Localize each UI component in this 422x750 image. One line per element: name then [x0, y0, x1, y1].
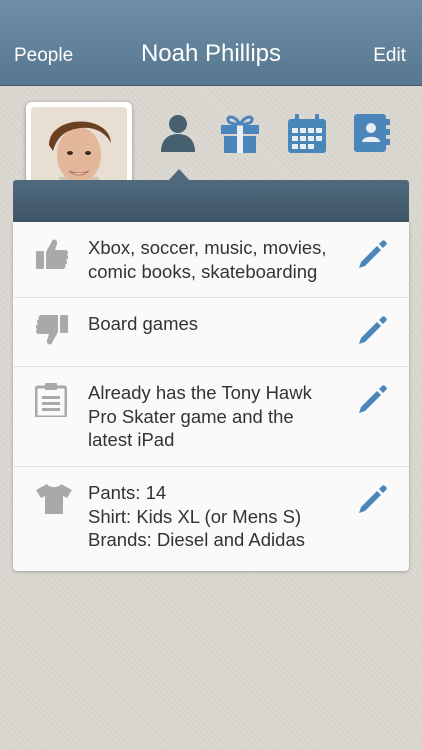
text-line: Brands: Diesel and Adidas: [88, 529, 305, 550]
likes-text: Xbox, soccer, music, movies, comic books…: [88, 236, 349, 283]
clipboard-icon: [35, 383, 67, 417]
edit-button[interactable]: Edit: [373, 45, 406, 67]
text-line: Pants: 14: [88, 482, 167, 503]
pencil-icon[interactable]: [357, 238, 389, 270]
navigation-bar: People Noah Phillips Edit: [0, 0, 422, 86]
thumbs-up-icon: [36, 239, 69, 269]
text-line: Pro Skater game and the: [88, 405, 294, 427]
list-item[interactable]: Already has the Tony Hawk Pro Skater gam…: [13, 367, 409, 467]
person-icon[interactable]: [158, 113, 198, 153]
tshirt-icon: [36, 484, 72, 514]
text-line: Shirt: Kids XL (or Mens S): [88, 505, 302, 527]
text-line: Xbox, soccer, music, movies,: [88, 237, 327, 258]
text-line: Board games: [88, 313, 199, 334]
calendar-icon[interactable]: [286, 113, 328, 153]
text-line: Already has the Tony Hawk: [88, 382, 312, 403]
pencil-icon[interactable]: [357, 483, 389, 515]
pencil-icon[interactable]: [357, 314, 389, 346]
text-line: comic books, skateboarding: [88, 260, 318, 282]
text-line: latest iPad: [88, 429, 175, 450]
sizes-text: Pants: 14 Shirt: Kids XL (or Mens S) Bra…: [88, 481, 349, 552]
dislikes-text: Board games: [88, 312, 349, 336]
notes-text: Already has the Tony Hawk Pro Skater gam…: [88, 381, 349, 452]
gift-icon[interactable]: [219, 113, 261, 153]
section-header-bar: [13, 180, 409, 222]
details-card: Xbox, soccer, music, movies, comic books…: [13, 222, 409, 571]
list-item[interactable]: Pants: 14 Shirt: Kids XL (or Mens S) Bra…: [13, 467, 409, 571]
page-title: Noah Phillips: [140, 40, 282, 67]
thumbs-down-icon: [35, 315, 68, 345]
list-item[interactable]: Xbox, soccer, music, movies, comic books…: [13, 222, 409, 298]
list-item[interactable]: Board games: [13, 298, 409, 367]
pencil-icon[interactable]: [357, 383, 389, 415]
address-book-icon[interactable]: [350, 113, 390, 153]
